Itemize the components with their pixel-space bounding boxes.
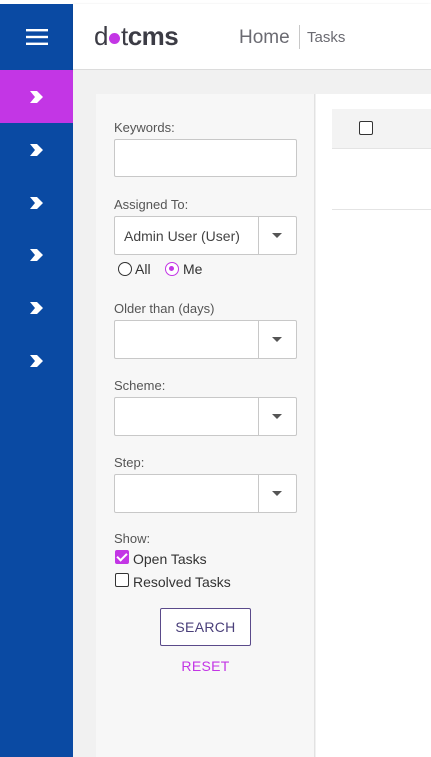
step-label: Step: bbox=[114, 455, 145, 470]
step-select[interactable] bbox=[114, 474, 297, 513]
resolved-tasks-label: Resolved Tasks bbox=[133, 574, 231, 590]
tasks-content bbox=[316, 94, 431, 757]
radio-all-label: All bbox=[135, 261, 151, 277]
assigned-to-value: Admin User (User) bbox=[124, 228, 240, 244]
chevron-right-icon bbox=[29, 248, 43, 261]
breadcrumb-current: Tasks bbox=[307, 29, 346, 46]
sidebar-item-3[interactable] bbox=[0, 176, 73, 229]
radio-me-label: Me bbox=[183, 261, 203, 277]
logo-text-start: d bbox=[94, 20, 108, 51]
chevron-right-icon bbox=[29, 354, 43, 367]
top-header: d t cms Home Tasks bbox=[73, 4, 431, 70]
assigned-to-select[interactable]: Admin User (User) bbox=[114, 216, 297, 255]
table-row-divider bbox=[332, 209, 431, 210]
search-button[interactable]: SEARCH bbox=[160, 608, 251, 646]
caret-down-icon[interactable] bbox=[272, 491, 282, 496]
caret-down-icon[interactable] bbox=[272, 337, 282, 342]
chevron-right-icon bbox=[29, 301, 43, 314]
radio-me[interactable] bbox=[165, 262, 179, 276]
caret-down-icon[interactable] bbox=[272, 233, 282, 238]
hamburger-icon bbox=[25, 29, 48, 45]
chevron-right-icon bbox=[29, 90, 43, 103]
breadcrumb-home[interactable]: Home bbox=[239, 27, 290, 49]
show-label: Show: bbox=[114, 531, 151, 546]
assigned-to-label: Assigned To: bbox=[114, 197, 189, 212]
older-than-label: Older than (days) bbox=[114, 301, 215, 316]
open-tasks-label: Open Tasks bbox=[133, 551, 207, 567]
logo-dot-icon bbox=[108, 32, 120, 44]
chevron-right-icon bbox=[29, 196, 43, 209]
dotcms-logo[interactable]: d t cms bbox=[94, 20, 179, 51]
logo-text-mid: t bbox=[120, 20, 128, 51]
sidebar-item-6[interactable] bbox=[0, 334, 73, 387]
sidebar-item-2[interactable] bbox=[0, 123, 73, 176]
scheme-label: Scheme: bbox=[114, 378, 166, 393]
open-tasks-checkbox[interactable] bbox=[115, 550, 129, 564]
sidebar-item-4[interactable] bbox=[0, 228, 73, 281]
keywords-label: Keywords: bbox=[114, 120, 175, 135]
older-than-select[interactable] bbox=[114, 320, 297, 359]
select-divider bbox=[258, 398, 259, 435]
reset-button[interactable]: RESET bbox=[160, 656, 251, 676]
menu-button[interactable] bbox=[0, 4, 73, 70]
keywords-input[interactable] bbox=[114, 139, 297, 177]
radio-all[interactable] bbox=[118, 262, 132, 276]
logo-text-brand: cms bbox=[127, 20, 179, 51]
caret-down-icon[interactable] bbox=[272, 414, 282, 419]
table-header bbox=[332, 109, 431, 149]
resolved-tasks-checkbox[interactable] bbox=[115, 573, 129, 587]
scheme-select[interactable] bbox=[114, 397, 297, 436]
select-all-checkbox[interactable] bbox=[359, 121, 373, 135]
sidebar-item-5[interactable] bbox=[0, 281, 73, 334]
sidebar-item-1[interactable] bbox=[0, 70, 73, 123]
breadcrumb-separator bbox=[299, 25, 300, 49]
chevron-right-icon bbox=[29, 143, 43, 156]
select-divider bbox=[258, 217, 259, 254]
select-divider bbox=[258, 475, 259, 512]
select-divider bbox=[258, 321, 259, 358]
